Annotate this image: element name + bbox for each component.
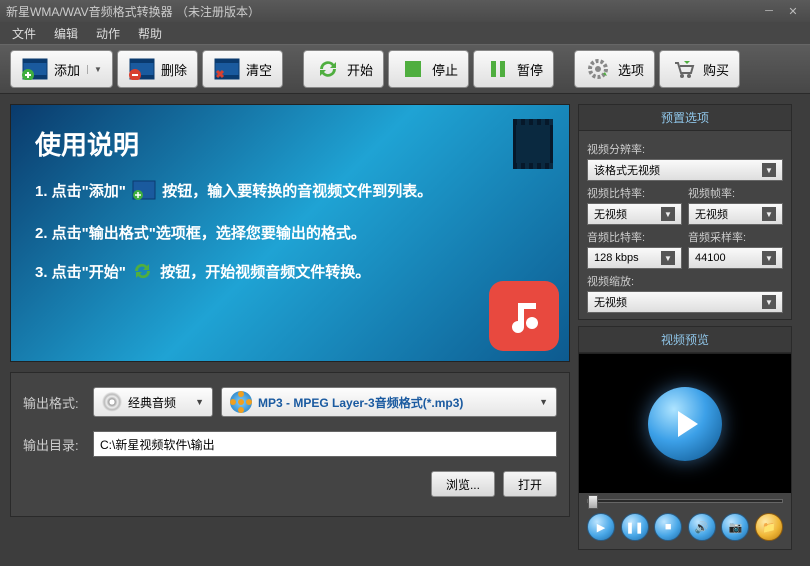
start-button[interactable]: 开始: [303, 50, 384, 88]
banner-step3: 3. 点击"开始" 按钮，开始视频音频文件转换。: [35, 261, 545, 285]
options-button[interactable]: 选项: [574, 50, 655, 88]
banner-step2: 2. 点击"输出格式"选项框，选择您要输出的格式。: [35, 222, 545, 243]
music-note-icon: [489, 281, 559, 351]
preview-title: 视频预览: [579, 327, 791, 353]
refresh-inline-icon: [132, 261, 154, 285]
output-panel: 输出格式: 经典音频▼ MP3 - MPEG Layer-3音频格式(*.mp3…: [10, 372, 570, 517]
delete-film-icon: [128, 57, 156, 81]
film-icon: [513, 119, 553, 169]
menubar: 文件 编辑 动作 帮助: [0, 22, 810, 44]
video-res-select[interactable]: 该格式无视频▼: [587, 159, 783, 181]
folder-button[interactable]: 📁: [755, 513, 783, 541]
seek-thumb[interactable]: [588, 495, 598, 509]
close-button[interactable]: ✕: [782, 4, 804, 18]
stop-button[interactable]: 停止: [388, 50, 469, 88]
video-res-label: 视频分辨率:: [587, 141, 783, 157]
stop-preview-button[interactable]: ■: [654, 513, 682, 541]
output-format-label: 输出格式:: [23, 393, 85, 412]
banner-step1: 1. 点击"添加" 按钮，输入要转换的音视频文件到列表。: [35, 180, 545, 204]
audio-sample-select[interactable]: 44100▼: [688, 247, 783, 269]
video-fps-label: 视频帧率:: [688, 185, 783, 201]
audio-bitrate-select[interactable]: 128 kbps▼: [587, 247, 682, 269]
delete-button[interactable]: 删除: [117, 50, 198, 88]
refresh-icon: [314, 57, 342, 81]
open-button[interactable]: 打开: [503, 471, 557, 497]
minimize-button[interactable]: ─: [758, 4, 780, 18]
menu-edit[interactable]: 编辑: [46, 23, 86, 44]
video-fps-select[interactable]: 无视频▼: [688, 203, 783, 225]
seek-slider[interactable]: [587, 499, 783, 503]
menu-action[interactable]: 动作: [88, 23, 128, 44]
video-zoom-label: 视频缩放:: [587, 273, 783, 289]
menu-help[interactable]: 帮助: [130, 23, 170, 44]
volume-button[interactable]: 🔊: [688, 513, 716, 541]
audio-bitrate-label: 音频比特率:: [587, 229, 682, 245]
add-button[interactable]: 添加▼: [10, 50, 113, 88]
cart-icon: [670, 57, 698, 81]
banner-heading: 使用说明: [35, 125, 545, 162]
instructions-banner: 使用说明 1. 点击"添加" 按钮，输入要转换的音视频文件到列表。 2. 点击"…: [10, 104, 570, 362]
menu-file[interactable]: 文件: [4, 23, 44, 44]
video-bitrate-label: 视频比特率:: [587, 185, 682, 201]
format-icon: [230, 391, 252, 413]
output-category-combo[interactable]: 经典音频▼: [93, 387, 213, 417]
play-button[interactable]: ▶: [587, 513, 615, 541]
pause-icon: [484, 57, 512, 81]
add-dropdown-icon[interactable]: ▼: [87, 65, 102, 74]
clear-film-icon: [213, 57, 241, 81]
app-title: 新星WMA/WAV音频格式转换器 （未注册版本）: [6, 3, 260, 20]
toolbar: 添加▼ 删除 清空 开始 停止 暂停 选项: [0, 44, 810, 94]
output-dir-input[interactable]: [93, 431, 557, 457]
gear-icon: [585, 57, 613, 81]
play-orb-icon: [648, 387, 722, 461]
browse-button[interactable]: 浏览...: [431, 471, 495, 497]
presets-panel: 预置选项 视频分辨率: 该格式无视频▼ 视频比特率: 无视频▼ 视频帧率: 无视…: [578, 104, 792, 320]
video-bitrate-select[interactable]: 无视频▼: [587, 203, 682, 225]
pause-preview-button[interactable]: ❚❚: [621, 513, 649, 541]
titlebar: 新星WMA/WAV音频格式转换器 （未注册版本） ─ ✕: [0, 0, 810, 22]
add-film-icon: [21, 57, 49, 81]
add-inline-icon: [132, 180, 156, 204]
clear-button[interactable]: 清空: [202, 50, 283, 88]
preview-panel: 视频预览 ▶ ❚❚ ■ 🔊 📷 📁: [578, 326, 792, 550]
presets-title: 预置选项: [579, 105, 791, 131]
pause-button[interactable]: 暂停: [473, 50, 554, 88]
output-dir-label: 输出目录:: [23, 435, 85, 454]
cd-icon: [102, 392, 122, 412]
audio-sample-label: 音频采样率:: [688, 229, 783, 245]
output-format-combo[interactable]: MP3 - MPEG Layer-3音频格式(*.mp3)▼: [221, 387, 557, 417]
snapshot-button[interactable]: 📷: [721, 513, 749, 541]
buy-button[interactable]: 购买: [659, 50, 740, 88]
preview-video-area: [579, 353, 791, 493]
stop-icon: [399, 57, 427, 81]
video-zoom-select[interactable]: 无视频▼: [587, 291, 783, 313]
